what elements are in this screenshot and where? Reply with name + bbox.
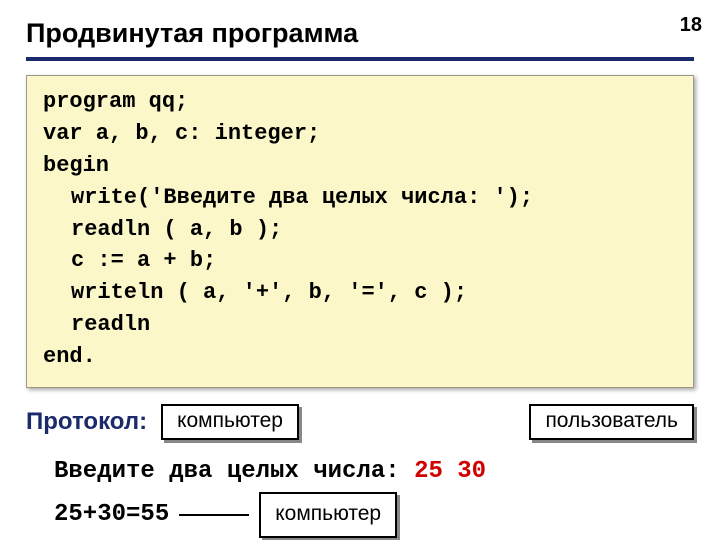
connector-line xyxy=(179,514,249,516)
code-block: program qq; var a, b, c: integer; begin … xyxy=(26,75,694,388)
code-line: end. xyxy=(43,344,96,369)
protocol-label: Протокол: xyxy=(26,408,147,436)
page-number: 18 xyxy=(680,14,702,37)
code-line: var a, b, c: integer; xyxy=(43,121,320,146)
output-line-1: Введите два целых числа: 25 30 xyxy=(54,452,694,492)
code-line: readln xyxy=(43,309,150,341)
output-result: 25+30=55 xyxy=(54,495,169,535)
output-line-2: 25+30=55 компьютер xyxy=(54,492,694,539)
code-line: readln ( a, b ); xyxy=(43,214,282,246)
code-line: write('Введите два целых числа: '); xyxy=(43,182,533,214)
code-line: begin xyxy=(43,153,109,178)
page-title: Продвинутая программа xyxy=(26,18,694,61)
code-line: c := a + b; xyxy=(43,245,216,277)
output-user-values: 25 30 xyxy=(414,458,486,485)
computer-label-box-2: компьютер xyxy=(259,492,397,539)
output-prompt: Введите два целых числа: xyxy=(54,458,400,485)
code-line: program qq; xyxy=(43,89,188,114)
computer-label-box: компьютер xyxy=(161,404,299,440)
protocol-row: Протокол: компьютер пользователь xyxy=(26,404,694,440)
user-label-box: пользователь xyxy=(529,404,694,440)
code-line: writeln ( a, '+', b, '=', c ); xyxy=(43,277,467,309)
output-area: Введите два целых числа: 25 30 25+30=55 … xyxy=(26,452,694,538)
